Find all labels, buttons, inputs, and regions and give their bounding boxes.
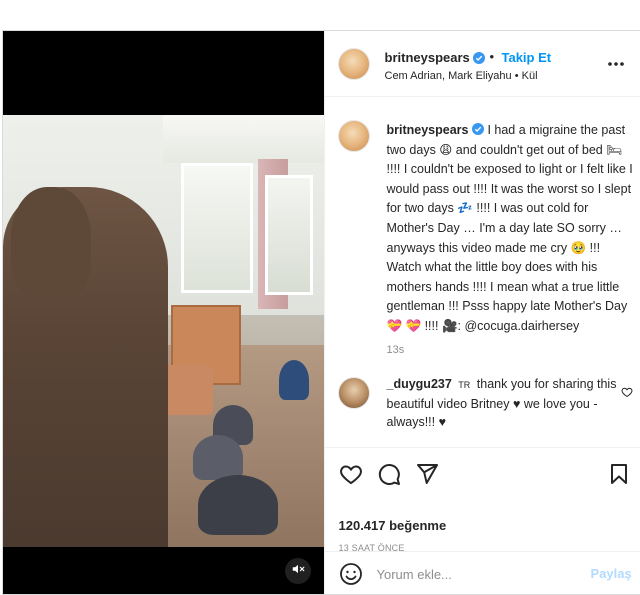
- comment-lang-badge: TR: [458, 380, 471, 390]
- post-caption: britneyspears I had a migraine the past …: [387, 121, 637, 337]
- child-figure: [279, 360, 309, 400]
- heart-icon[interactable]: [339, 462, 363, 486]
- commenter-avatar[interactable]: [337, 377, 370, 409]
- more-options-icon[interactable]: [607, 54, 625, 72]
- instagram-page: britneyspears • Takip Et Cem Adrian, Mar…: [0, 0, 640, 595]
- muted-speaker-icon: [291, 562, 305, 581]
- caption-author-avatar[interactable]: [337, 120, 370, 152]
- comment-like-heart-icon[interactable]: [621, 385, 633, 398]
- like-count[interactable]: 120.417 beğenme: [339, 518, 447, 533]
- post-comment-button[interactable]: Paylaş: [591, 566, 632, 581]
- ceiling: [163, 115, 324, 163]
- verified-badge-icon: [472, 51, 485, 64]
- caption-username[interactable]: britneyspears: [387, 123, 469, 137]
- post-header: britneyspears • Takip Et Cem Adrian, Mar…: [324, 31, 640, 97]
- bookmark-icon[interactable]: [607, 462, 631, 486]
- child-figure: [198, 475, 278, 535]
- comment: _duygu237 TR thank you for sharing this …: [387, 375, 617, 432]
- emoji-icon[interactable]: [339, 562, 363, 586]
- classroom-window: [181, 163, 253, 293]
- add-comment-bar: Paylaş: [324, 551, 640, 594]
- post-details-panel: britneyspears • Takip Et Cem Adrian, Mar…: [323, 31, 640, 594]
- video-frame[interactable]: [3, 115, 324, 547]
- audio-info[interactable]: Cem Adrian, Mark Eliyahu • Kül: [385, 70, 538, 82]
- send-icon[interactable]: [415, 462, 439, 486]
- mother-headscarf: [11, 187, 91, 297]
- comment-icon[interactable]: [377, 462, 401, 486]
- post-modal: britneyspears • Takip Et Cem Adrian, Mar…: [2, 30, 640, 595]
- author-username[interactable]: britneyspears: [385, 50, 470, 65]
- comment-input[interactable]: [376, 564, 577, 584]
- separator-dot: •: [489, 49, 495, 64]
- follow-button[interactable]: Takip Et: [502, 50, 552, 65]
- author-avatar[interactable]: [337, 48, 370, 80]
- mute-button[interactable]: [285, 558, 311, 584]
- video-player[interactable]: [3, 31, 324, 594]
- caption-timestamp[interactable]: 13s: [387, 344, 405, 356]
- verified-badge-icon: [471, 122, 484, 135]
- commenter-username[interactable]: _duygu237: [387, 377, 452, 391]
- classroom-window-right: [265, 175, 313, 295]
- caption-text: I had a migraine the past two days 😩 and…: [386, 123, 633, 333]
- child-figure: [193, 435, 243, 480]
